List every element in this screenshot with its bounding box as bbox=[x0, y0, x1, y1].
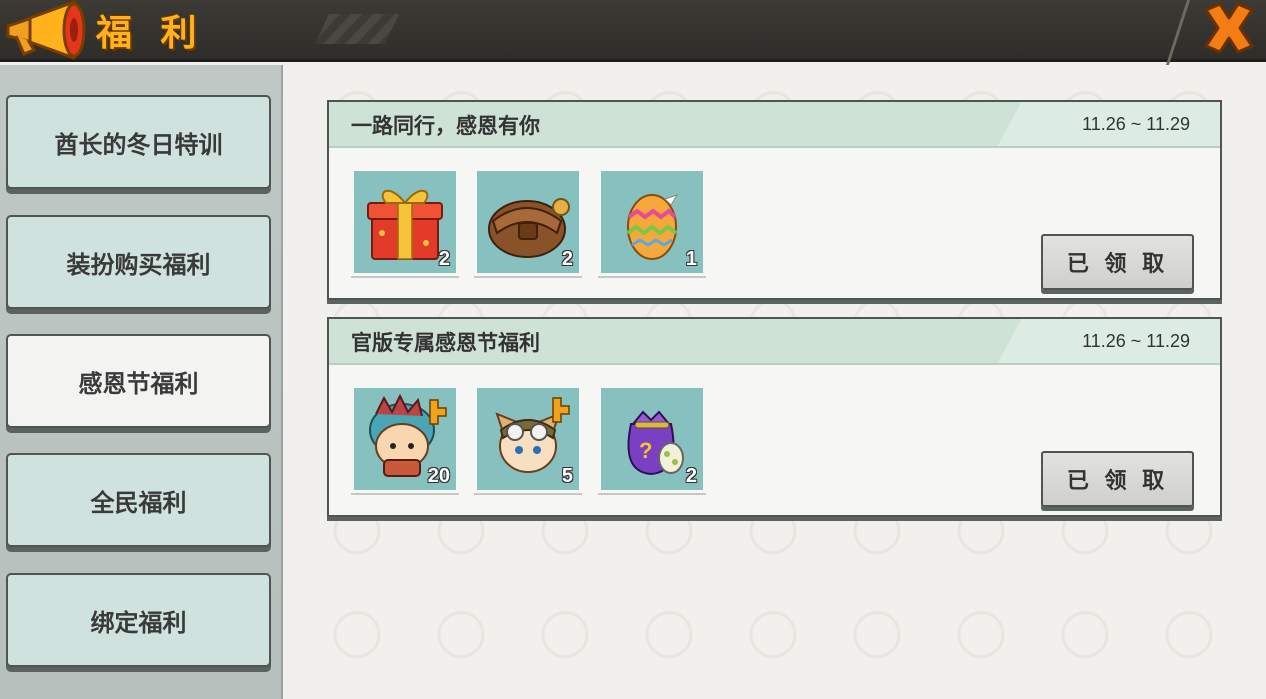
close-area bbox=[1164, 0, 1266, 68]
item-count: 5 bbox=[561, 465, 573, 487]
title-bar: 福 利 bbox=[0, 0, 1266, 68]
mystery-bag-icon: ? bbox=[627, 410, 684, 476]
header-divider bbox=[1164, 0, 1191, 68]
gift-box-icon bbox=[367, 190, 443, 260]
sidebar-item-outfit-purchase[interactable]: 装扮购买福利 bbox=[6, 215, 271, 309]
card-date: 11.26 ~ 11.29 bbox=[1082, 114, 1190, 134]
card-header: 一路同行，感恩有你 11.26 ~ 11.29 bbox=[329, 102, 1220, 148]
reward-item[interactable]: 1 bbox=[598, 168, 706, 276]
svg-text:?: ? bbox=[639, 438, 652, 463]
easter-egg-icon bbox=[626, 194, 679, 260]
item-count: 2 bbox=[561, 248, 573, 270]
sidebar-item-label: 感恩节福利 bbox=[78, 369, 199, 398]
card-title: 官版专属感恩节福利 bbox=[351, 331, 540, 355]
sidebar-item-binding[interactable]: 绑定福利 bbox=[6, 573, 271, 667]
claimed-button[interactable]: 已 领 取 bbox=[1041, 234, 1194, 290]
reward-item[interactable]: ? 2 bbox=[598, 385, 706, 493]
sidebar-item-chief-winter-training[interactable]: 酋长的冬日特训 bbox=[6, 95, 271, 189]
card-header: 官版专属感恩节福利 11.26 ~ 11.29 bbox=[329, 319, 1220, 365]
card-title: 一路同行，感恩有你 bbox=[351, 114, 540, 138]
item-count: 1 bbox=[685, 248, 697, 270]
reward-card: 一路同行，感恩有你 11.26 ~ 11.29 2 2 1 已 领 取 bbox=[327, 100, 1222, 300]
header-stripe-decoration bbox=[315, 14, 399, 44]
reward-card: 官版专属感恩节福利 11.26 ~ 11.29 20 5 ? 2 已 领 取 bbox=[327, 317, 1222, 517]
item-count: 2 bbox=[438, 248, 450, 270]
sidebar-item-label: 装扮购买福利 bbox=[66, 250, 211, 279]
sidebar-item-label: 酋长的冬日特训 bbox=[54, 130, 223, 159]
claimed-button[interactable]: 已 领 取 bbox=[1041, 451, 1194, 507]
card-date: 11.26 ~ 11.29 bbox=[1082, 331, 1190, 351]
fox-pilot-avatar-icon bbox=[495, 397, 570, 473]
megaphone-icon bbox=[6, 0, 86, 60]
reward-item[interactable]: 2 bbox=[474, 168, 582, 276]
page-title: 福 利 bbox=[96, 13, 205, 54]
reward-item[interactable]: 2 bbox=[351, 168, 459, 276]
sidebar-item-all-players[interactable]: 全民福利 bbox=[6, 453, 271, 547]
item-count: 20 bbox=[427, 465, 450, 487]
sidebar: 酋长的冬日特训 装扮购买福利 感恩节福利 全民福利 绑定福利 bbox=[0, 65, 283, 699]
backpack-icon bbox=[488, 198, 570, 258]
sidebar-item-thanksgiving[interactable]: 感恩节福利 bbox=[6, 334, 271, 428]
reward-item[interactable]: 20 bbox=[351, 385, 459, 493]
reward-item[interactable]: 5 bbox=[474, 385, 582, 493]
item-count: 2 bbox=[685, 465, 697, 487]
close-icon[interactable] bbox=[1200, 2, 1258, 54]
sidebar-item-label: 绑定福利 bbox=[90, 608, 187, 637]
sidebar-item-label: 全民福利 bbox=[90, 488, 187, 517]
